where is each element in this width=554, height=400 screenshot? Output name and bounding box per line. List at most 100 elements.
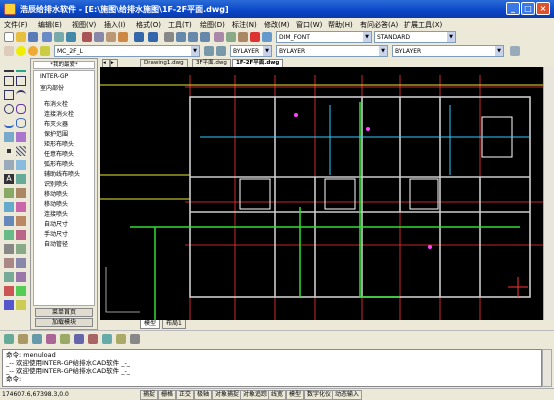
point-icon[interactable] xyxy=(7,149,11,153)
panel-item[interactable]: 连接消火栓 xyxy=(44,109,74,118)
midpoint-icon[interactable] xyxy=(32,334,42,344)
panel-item[interactable]: 任意布喷头 xyxy=(44,149,74,158)
snap-toggle[interactable]: 捕捉 xyxy=(140,390,159,400)
menu-insert[interactable]: 插入(I) xyxy=(104,20,126,30)
scale-icon[interactable] xyxy=(4,230,14,240)
explode-icon[interactable] xyxy=(4,286,14,296)
drawing-canvas[interactable] xyxy=(100,67,543,320)
panel-item[interactable]: 移动喷头 xyxy=(44,199,68,208)
chevron-left-icon[interactable]: ◂ xyxy=(102,59,110,67)
redo-icon[interactable] xyxy=(148,32,158,42)
ellipse-icon[interactable] xyxy=(16,118,26,128)
nearest-icon[interactable] xyxy=(116,334,126,344)
polar-toggle[interactable]: 极轴 xyxy=(194,390,213,400)
tab-3f-plan[interactable]: 3F平面.dwg xyxy=(192,59,231,67)
linetype-select[interactable]: BYLAYER ▼ xyxy=(276,45,388,57)
endpoint-icon[interactable] xyxy=(18,334,28,344)
color-select[interactable]: BYLAYER ▼ xyxy=(230,45,272,57)
menu-dimension[interactable]: 标注(N) xyxy=(232,20,257,30)
spline-icon[interactable] xyxy=(4,118,14,128)
panel-item[interactable]: 连接喷头 xyxy=(44,209,68,218)
dim-style-select[interactable]: STANDARD ▼ xyxy=(374,31,456,43)
dimension-icon[interactable] xyxy=(16,286,26,296)
panel-item[interactable]: 布消火栓 xyxy=(44,99,68,108)
menu-help[interactable]: 帮助(H) xyxy=(328,20,353,30)
text-style-select[interactable]: DIM_FONT ▼ xyxy=(276,31,372,43)
chamfer-icon[interactable] xyxy=(4,272,14,282)
copy-object-icon[interactable] xyxy=(4,188,14,198)
command-window[interactable]: 命令: menuload _-- 欢迎使用INTER-GP给排水CAD软件 _-… xyxy=(2,349,542,387)
rotate-icon[interactable] xyxy=(16,216,26,226)
table-icon[interactable] xyxy=(16,160,26,170)
panel-item[interactable]: 弧形布喷头 xyxy=(44,159,74,168)
menu-window[interactable]: 窗口(W) xyxy=(296,20,322,30)
osnap-settings-icon[interactable] xyxy=(130,334,140,344)
plot-style-icon[interactable] xyxy=(510,46,520,56)
osnap-toggle[interactable]: 对象捕捉 xyxy=(212,390,243,400)
panel-item[interactable]: INTER-GP xyxy=(40,73,68,80)
center-icon[interactable] xyxy=(60,334,70,344)
open-file-icon[interactable] xyxy=(16,32,26,42)
lineweight-toggle[interactable]: 线宽 xyxy=(268,390,287,400)
lock-icon[interactable] xyxy=(40,46,50,56)
make-current-layer-icon[interactable] xyxy=(204,46,214,56)
panel-item[interactable]: 手动尺寸 xyxy=(44,229,68,238)
arc-icon[interactable] xyxy=(16,90,26,100)
sun-icon[interactable] xyxy=(28,46,38,56)
measure-icon[interactable] xyxy=(16,300,26,310)
chevron-right-icon[interactable]: ▸ xyxy=(110,59,118,67)
cut-icon[interactable] xyxy=(82,32,92,42)
polyline-icon[interactable] xyxy=(4,76,14,86)
properties-icon[interactable] xyxy=(214,32,224,42)
tab-model[interactable]: 模型 xyxy=(140,320,161,329)
grid-toggle[interactable]: 栅格 xyxy=(158,390,177,400)
dynamic-input-toggle[interactable]: 动态输入 xyxy=(332,390,363,400)
break-icon[interactable] xyxy=(4,258,14,268)
offset-icon[interactable] xyxy=(4,202,14,212)
match-properties-icon[interactable] xyxy=(118,32,128,42)
layer-manager-icon[interactable] xyxy=(4,46,14,56)
menu-edit[interactable]: 编辑(E) xyxy=(38,20,62,30)
preview-icon[interactable] xyxy=(54,32,64,42)
fillet-icon[interactable] xyxy=(16,272,26,282)
panel-item[interactable]: 矩形布喷头 xyxy=(44,139,74,148)
lineweight-select[interactable]: BYLAYER ▼ xyxy=(392,45,504,57)
maximize-icon[interactable]: □ xyxy=(521,2,535,15)
menu-file[interactable]: 文件(F) xyxy=(4,20,28,30)
panel-item[interactable]: 自动管径 xyxy=(44,239,68,248)
minimize-icon[interactable]: _ xyxy=(506,2,520,15)
quadrant-icon[interactable] xyxy=(74,334,84,344)
command-prompt[interactable]: 命令: xyxy=(6,375,538,383)
close-icon[interactable]: × xyxy=(536,2,550,15)
menu-view[interactable]: 视图(V) xyxy=(72,20,96,30)
tool-palette-icon[interactable] xyxy=(238,32,248,42)
tablet-toggle[interactable]: 数字化仪 xyxy=(304,390,335,400)
tab-drawing1[interactable]: Drawing1.dwg xyxy=(140,59,188,67)
load-module-button[interactable]: 加载模块 xyxy=(35,318,93,327)
menu-format[interactable]: 格式(O) xyxy=(136,20,161,30)
join-icon[interactable] xyxy=(16,258,26,268)
mirror-icon[interactable] xyxy=(16,188,26,198)
new-file-icon[interactable] xyxy=(4,32,14,42)
calculator-icon[interactable] xyxy=(250,32,260,42)
panel-item[interactable]: 自动尺寸 xyxy=(44,219,68,228)
panel-item[interactable]: 辅助线布喷头 xyxy=(44,169,80,178)
menu-tools[interactable]: 工具(T) xyxy=(168,20,192,30)
zoom-realtime-icon[interactable] xyxy=(176,32,186,42)
tab-1f-2f-plan[interactable]: 1F-2F平面.dwg xyxy=(232,59,284,67)
pan-icon[interactable] xyxy=(164,32,174,42)
menu-extend-tools[interactable]: 扩展工具(X) xyxy=(404,20,442,30)
layer-select[interactable]: MC_2F_L ▼ xyxy=(54,45,200,57)
make-block-icon[interactable] xyxy=(16,132,26,142)
revision-cloud-icon[interactable] xyxy=(16,104,26,114)
construction-line-icon[interactable] xyxy=(16,62,26,72)
model-toggle[interactable]: 模型 xyxy=(286,390,305,400)
help-icon[interactable] xyxy=(262,32,272,42)
copy-icon[interactable] xyxy=(94,32,104,42)
tangent-icon[interactable] xyxy=(88,334,98,344)
snap-tool-icon[interactable] xyxy=(4,334,14,344)
paste-icon[interactable] xyxy=(106,32,116,42)
tab-layout1[interactable]: 布局1 xyxy=(162,320,186,329)
polygon-icon[interactable] xyxy=(16,76,26,86)
menu-qa[interactable]: 有问必答(A) xyxy=(360,20,398,30)
